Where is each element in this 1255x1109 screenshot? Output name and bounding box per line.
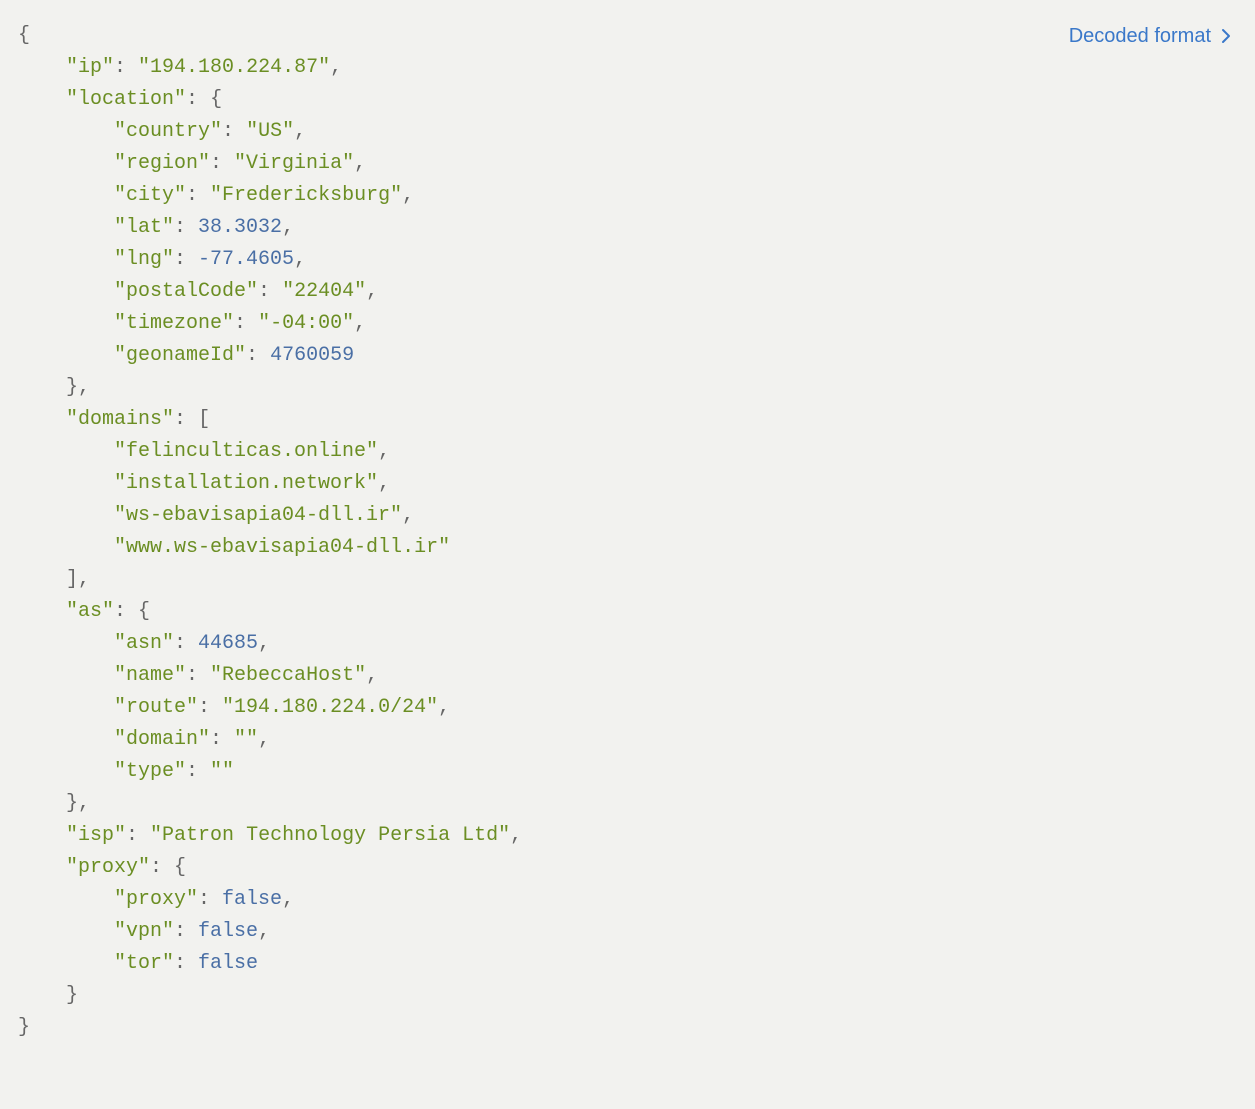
json-code-block: { "ip": "194.180.224.87", "location": { …: [18, 20, 1237, 1044]
chevron-right-icon: [1221, 28, 1231, 44]
decoded-format-link[interactable]: Decoded format: [1069, 20, 1231, 52]
decoded-format-label: Decoded format: [1069, 20, 1211, 52]
